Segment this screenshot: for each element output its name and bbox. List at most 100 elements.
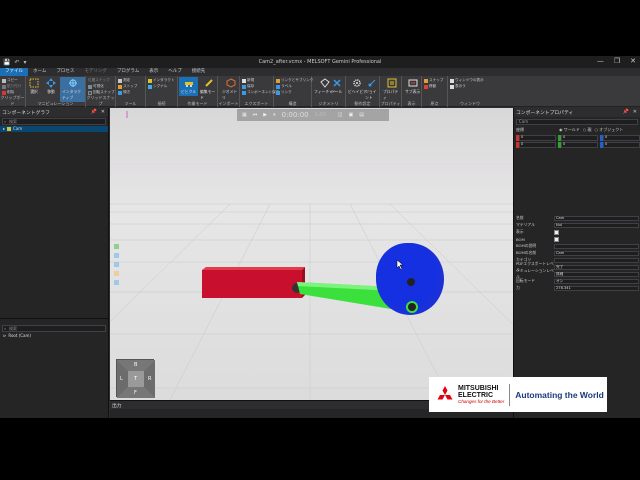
origin-snap-button[interactable]: スナップ (424, 78, 443, 83)
tab-program[interactable]: プログラム (112, 68, 144, 76)
paste-button[interactable]: 貼り付け (2, 84, 21, 89)
close-icon[interactable]: ✕ (633, 109, 637, 115)
camera-icon[interactable]: ▣ (349, 112, 354, 118)
bom-checkbox[interactable] (554, 236, 559, 242)
rotation-mode-select[interactable]: オン (554, 278, 639, 284)
expand-icon[interactable]: ▸ (3, 126, 5, 132)
tab-home[interactable]: ホーム (28, 68, 51, 76)
interactive-button[interactable]: インタラクティブ (60, 77, 85, 102)
position-snap[interactable]: 位置スナップ (88, 78, 110, 83)
sim-speed[interactable]: 1.00 (315, 112, 326, 118)
radio-world[interactable]: ◉ ワールド (559, 127, 580, 133)
play-icon[interactable]: ▶ (263, 112, 267, 118)
name-input[interactable]: Cam (554, 215, 639, 221)
pause-icon[interactable]: ⏸ (273, 112, 276, 118)
bom-description-input[interactable] (554, 243, 639, 249)
logo-divider (509, 383, 511, 406)
minimize-button[interactable]: — (597, 57, 604, 65)
material-select[interactable]: Nul (554, 222, 639, 228)
tilt-button[interactable]: 傾き (118, 90, 130, 95)
transform-fields: 0 0 0 0 0 0 (516, 135, 640, 148)
sim-settings-icon[interactable]: ▦ (242, 112, 247, 118)
radio-parent[interactable]: ○ 親 (583, 127, 592, 133)
tab-file[interactable]: ファイル (0, 68, 28, 76)
save-button[interactable]: 保存 (242, 84, 254, 89)
record-icon[interactable]: ◫ (338, 112, 343, 118)
title-bar: 💾 ↶ ▾ Cam2_after.vcmx - MELSOFT Gemini P… (0, 56, 640, 68)
visible-checkbox[interactable] (554, 229, 559, 235)
lower-search-input[interactable]: ⌕ 検索 (2, 325, 106, 332)
viewport-side-toolbar (114, 244, 119, 285)
ribbon-group-geometry: フィーチャー ツール ジオメトリ (312, 76, 346, 107)
view-tool-icon[interactable] (114, 244, 119, 249)
joint-button[interactable]: ジョイント (365, 78, 379, 101)
copy-button[interactable]: コピー (2, 78, 18, 83)
show-label-button[interactable]: 表示ラ (450, 84, 466, 89)
maximize-button[interactable]: ❐ (614, 57, 620, 65)
reset-icon[interactable]: ⏮ (253, 112, 258, 118)
view-tool-icon[interactable] (114, 262, 119, 267)
new-button[interactable]: 新規 (242, 78, 254, 83)
tab-view[interactable]: 表示 (144, 68, 163, 76)
rx-field[interactable]: 0 (516, 142, 556, 148)
tab-connect[interactable]: 接続先 (187, 68, 211, 76)
select-button[interactable]: 選択 (29, 78, 39, 95)
y-field[interactable]: 0 (558, 135, 598, 141)
tab-modeling[interactable]: モデリング (79, 68, 112, 76)
nav-left[interactable]: L (120, 376, 123, 382)
link-sublink-button[interactable]: リンクとサブリンク (276, 78, 313, 83)
tree-item-label: Cam (13, 126, 23, 131)
view-tool-icon[interactable] (114, 280, 119, 285)
link-button[interactable]: リンク (276, 90, 292, 95)
rz-field[interactable]: 0 (600, 142, 640, 148)
nav-back[interactable]: B (134, 362, 137, 368)
label-button[interactable]: ラベル (276, 84, 292, 89)
brand-logo-banner: MITSUBISHI ELECTRIC Changes for the Bett… (429, 377, 607, 412)
pin-icon[interactable]: 📌 (623, 109, 629, 115)
edit-mode-button[interactable]: 編集モード (200, 78, 217, 101)
vehicle-mode-button[interactable]: ビヒクル (179, 77, 199, 96)
tree-item-root[interactable]: ⊳ Root (Cam) (0, 333, 108, 339)
tab-process[interactable]: プロセス (51, 68, 79, 76)
interact-button[interactable]: インタラクト (148, 78, 175, 83)
x-field[interactable]: 0 (516, 135, 556, 141)
view-tool-icon[interactable] (114, 253, 119, 258)
close-button[interactable]: ✕ (630, 57, 636, 65)
force-input[interactable]: 278.341 (554, 285, 639, 291)
prop-simulation-level: シミュレーションレベル 詳細 (516, 268, 639, 279)
properties-button[interactable]: プロパティ (383, 78, 401, 101)
group-label: 接続 (157, 101, 166, 106)
signal-button[interactable]: シグナル (148, 84, 167, 89)
nav-right[interactable]: R (148, 376, 151, 382)
stop-button[interactable]: ストップ (118, 84, 137, 89)
application-window: 💾 ↶ ▾ Cam2_after.vcmx - MELSOFT Gemini P… (0, 56, 640, 418)
visualize-checkbox[interactable]: 可視化 (88, 84, 104, 89)
red-block[interactable] (202, 267, 305, 298)
graph-search-input[interactable]: ⌕ 検索 ⚙ ▾ ⊞ (2, 118, 123, 125)
nav-top[interactable]: T (134, 376, 137, 382)
navigation-cube[interactable]: B L T R F (116, 359, 155, 398)
tab-help[interactable]: ヘルプ (163, 68, 187, 76)
tree-item-cam[interactable]: ▸ Cam (0, 126, 108, 132)
geometry-tool-button[interactable]: ツール (331, 78, 342, 95)
simulation-level-select[interactable]: 詳細 (554, 271, 639, 277)
nav-front[interactable]: F (134, 390, 137, 396)
bom-name-input[interactable]: Cam (554, 250, 639, 256)
component-name-field[interactable]: Cam (516, 119, 638, 125)
view-tool-icon[interactable] (114, 271, 119, 276)
pdf-export-level-select[interactable]: 完了 (554, 264, 639, 270)
category-input[interactable] (554, 257, 639, 263)
move-button[interactable]: 移動 (46, 78, 56, 95)
geometry-import-button[interactable]: ジオメトリ (222, 78, 239, 101)
origin-move-button[interactable]: 移動 (424, 84, 436, 89)
ry-field[interactable]: 0 (558, 142, 598, 148)
z-field[interactable]: 0 (600, 135, 640, 141)
measure-button[interactable]: 測定 (118, 78, 130, 83)
show-window-button[interactable]: ウィンドウの表示 (450, 78, 484, 83)
radio-object[interactable]: ○ オブジェクト (595, 127, 624, 133)
close-icon[interactable]: ✕ (101, 109, 105, 115)
sub-display-button[interactable]: サブ表示 (405, 78, 420, 95)
screenshot-icon[interactable]: ▤ (359, 112, 364, 118)
3d-viewport[interactable]: ▦ ⏮ ▶ ⏸ 0:00:00 1.00 ◫ ▣ ▤ B L T R F (110, 108, 513, 400)
pin-icon[interactable]: 📌 (91, 109, 97, 115)
